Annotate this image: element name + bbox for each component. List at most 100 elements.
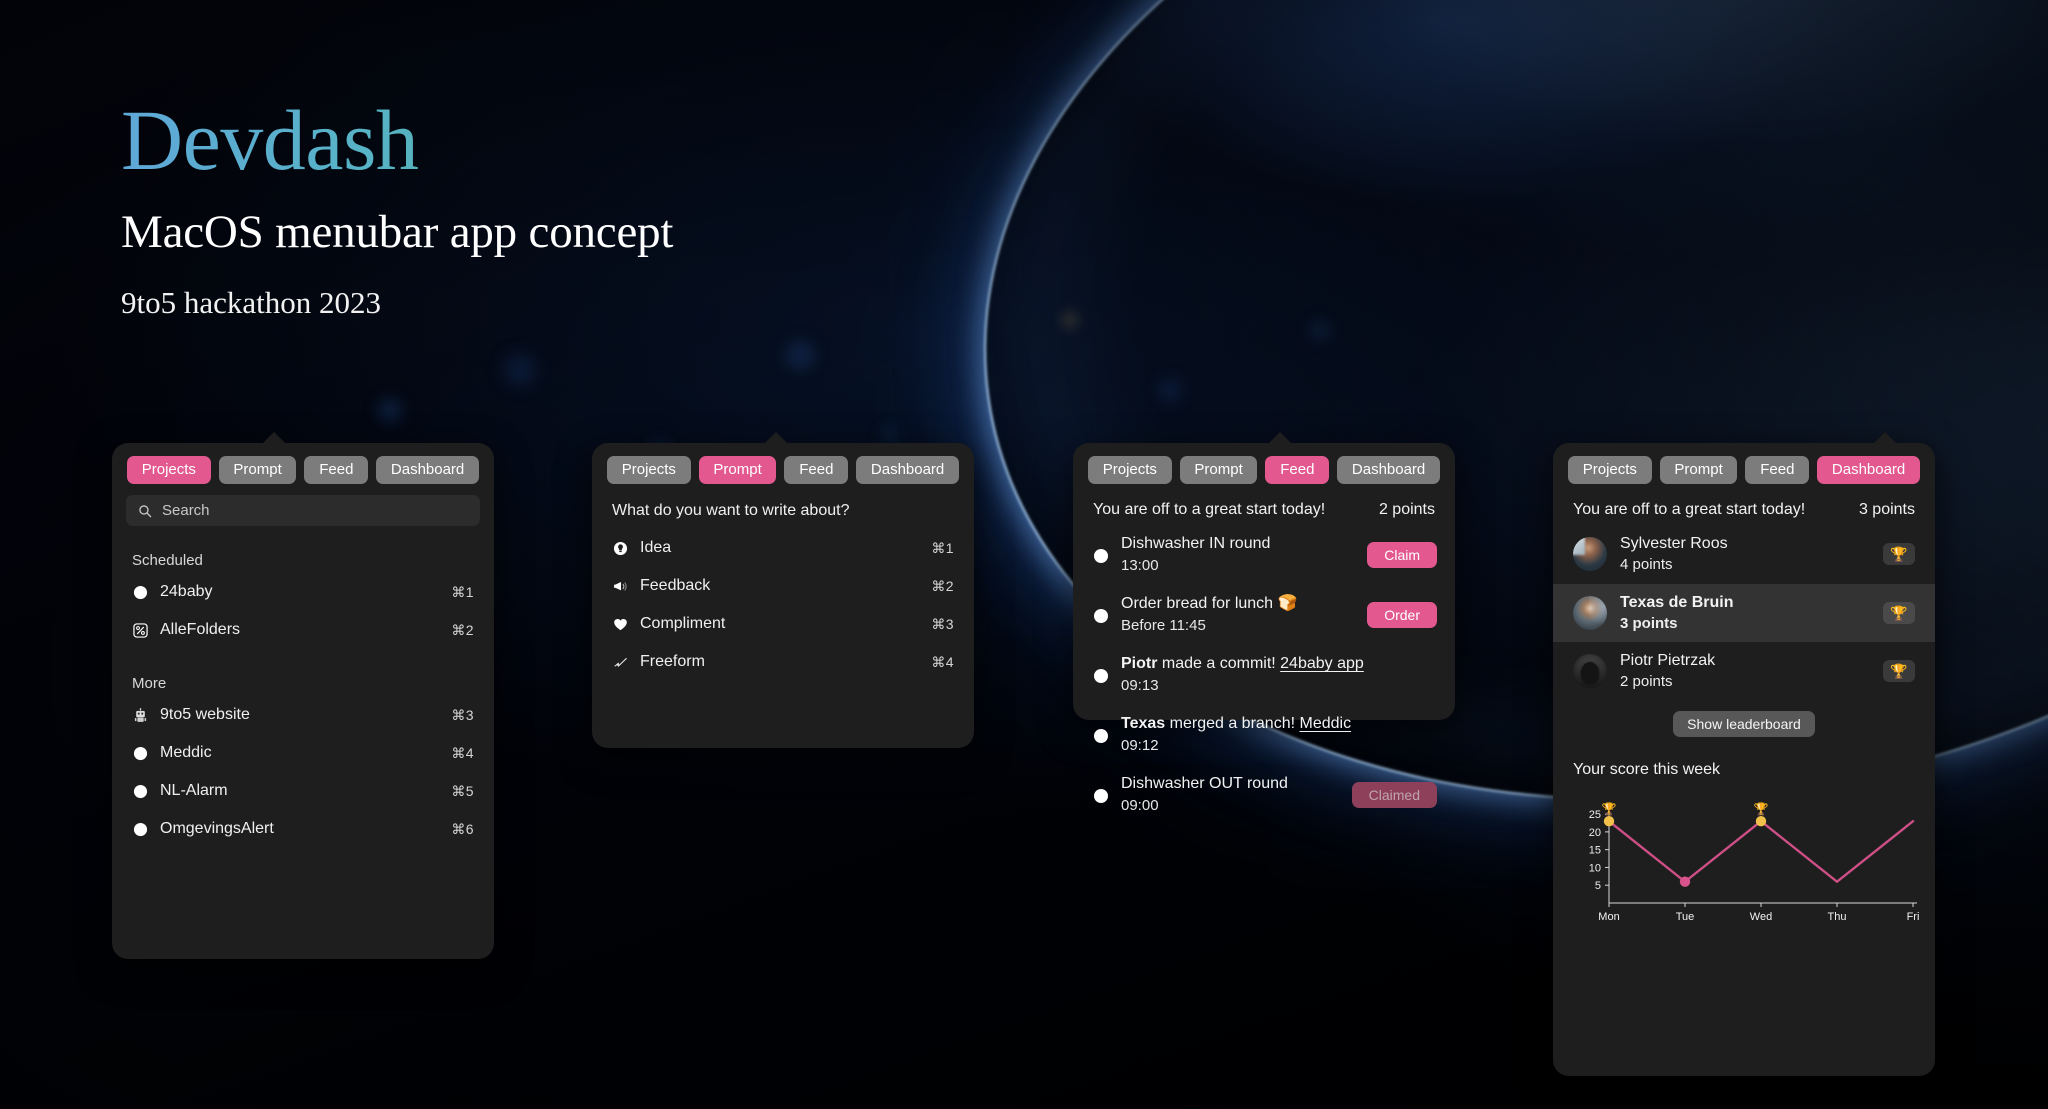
prompt-item-label: Compliment	[640, 615, 726, 632]
tab-prompt[interactable]: Prompt	[218, 456, 297, 484]
prompt-item-shortcut: ⌘2	[931, 577, 954, 594]
feed-item-time: 13:00	[1121, 557, 1159, 575]
leaderboard-points: 2 points	[1620, 673, 1673, 690]
list-item-label: 9to5 website	[160, 706, 250, 723]
leaderboard-row[interactable]: Sylvester Roos 4 points 🏆	[1553, 525, 1935, 584]
prompt-item-label: Feedback	[640, 577, 711, 594]
tab-projects[interactable]: Projects	[127, 456, 211, 484]
tab-feed[interactable]: Feed	[1265, 456, 1330, 484]
leaderboard-row[interactable]: Piotr Pietrzak 2 points 🏆	[1553, 642, 1935, 701]
moon-phase-icon	[132, 584, 149, 601]
list-item-label: 24baby	[160, 583, 213, 600]
panel-prompt: Projects Prompt Feed Dashboard What do y…	[592, 432, 974, 748]
feed-header: You are off to a great start today! 2 po…	[1073, 501, 1455, 519]
list-item[interactable]: 24baby ⌘1	[112, 573, 494, 611]
feed-item: Order bread for lunch 🍞 Before 11:45 Ord…	[1073, 585, 1455, 645]
tab-bar-projects: Projects Prompt Feed Dashboard	[112, 456, 494, 484]
prompt-item-feedback[interactable]: Feedback ⌘2	[592, 567, 974, 605]
tab-feed[interactable]: Feed	[1745, 456, 1810, 484]
claimed-badge: Claimed	[1351, 781, 1437, 808]
tab-projects[interactable]: Projects	[607, 456, 691, 484]
list-item-shortcut: ⌘6	[451, 820, 474, 837]
svg-text:20: 20	[1589, 826, 1601, 838]
list-item[interactable]: OmgevingsAlert ⌘6	[112, 810, 494, 848]
tab-prompt[interactable]: Prompt	[1659, 456, 1738, 484]
chart-svg: 5 10 15 20 25 Mon Tue Wed Thu Fri 🏆 🏆	[1589, 802, 1920, 923]
lightbulb-icon	[612, 540, 629, 557]
tab-bar-feed: Projects Prompt Feed Dashboard	[1073, 456, 1455, 484]
circle-icon	[132, 783, 149, 800]
leaderboard-name: Texas de Bruin	[1620, 593, 1734, 611]
moon-phase-icon	[1093, 608, 1109, 624]
feed-item-title: Piotr made a commit! 24baby app	[1121, 654, 1437, 674]
list-item-label: OmgevingsAlert	[160, 820, 274, 837]
svg-text:Tue: Tue	[1676, 911, 1695, 923]
list-item-label: AlleFolders	[160, 621, 241, 638]
avatar	[1573, 537, 1607, 572]
megaphone-icon	[612, 578, 629, 595]
list-item[interactable]: Meddic ⌘4	[112, 734, 494, 772]
feed-item: Dishwasher OUT round 09:00 Claimed	[1073, 765, 1455, 825]
page-root: Devdash MacOS menubar app concept 9to5 h…	[0, 0, 2048, 1109]
tab-projects[interactable]: Projects	[1568, 456, 1652, 484]
svg-text:Thu: Thu	[1828, 911, 1847, 923]
feed-item-title: Texas merged a branch! Meddic	[1121, 714, 1437, 734]
pen-scribble-icon	[612, 654, 629, 671]
hero-header: Devdash MacOS menubar app concept 9to5 h…	[121, 95, 673, 321]
prompt-item-label: Idea	[640, 539, 672, 556]
feed-item-link[interactable]: 24baby app	[1280, 655, 1364, 672]
feed-item-action-text: merged a branch!	[1165, 714, 1300, 732]
svg-text:🏆: 🏆	[1754, 802, 1769, 816]
list-item-shortcut: ⌘3	[451, 706, 474, 723]
tab-dashboard[interactable]: Dashboard	[1817, 456, 1921, 484]
prompt-item-freeform[interactable]: Freeform ⌘4	[592, 643, 974, 681]
panel-dashboard: Projects Prompt Feed Dashboard You are o…	[1553, 432, 1935, 1076]
feed-item-link[interactable]: Meddic	[1299, 715, 1351, 732]
section-label-more: More	[132, 675, 167, 692]
list-item[interactable]: 9to5 website ⌘3	[112, 696, 494, 734]
trophy-icon: 🏆	[1883, 543, 1915, 566]
search-icon	[136, 502, 153, 519]
tab-prompt[interactable]: Prompt	[1179, 456, 1258, 484]
panel-arrow	[262, 432, 286, 444]
tab-bar-dashboard: Projects Prompt Feed Dashboard	[1553, 456, 1935, 484]
tab-dashboard[interactable]: Dashboard	[1337, 456, 1441, 484]
tab-dashboard[interactable]: Dashboard	[376, 456, 480, 484]
list-item-shortcut: ⌘4	[451, 744, 474, 761]
robot-icon	[132, 707, 149, 724]
feed-item: Piotr made a commit! 24baby app 09:13	[1073, 645, 1455, 705]
panel-arrow	[764, 432, 788, 444]
leaderboard-row[interactable]: Texas de Bruin 3 points 🏆	[1553, 583, 1935, 642]
panel-projects: Projects Prompt Feed Dashboard Search Sc…	[112, 432, 494, 959]
avatar	[1573, 595, 1607, 630]
list-item-shortcut: ⌘5	[451, 782, 474, 799]
list-item-shortcut: ⌘2	[451, 621, 474, 638]
list-item-label: Meddic	[160, 744, 212, 761]
dashboard-greeting: You are off to a great start today!	[1573, 501, 1806, 518]
tab-feed[interactable]: Feed	[784, 456, 849, 484]
search-input[interactable]: Search	[126, 495, 480, 526]
tab-bar-prompt: Projects Prompt Feed Dashboard	[592, 456, 974, 484]
tab-feed[interactable]: Feed	[304, 456, 369, 484]
list-item-label: NL-Alarm	[160, 782, 228, 799]
feed-item-title: Dishwasher OUT round	[1121, 774, 1288, 792]
list-item[interactable]: NL-Alarm ⌘5	[112, 772, 494, 810]
claim-button[interactable]: Claim	[1367, 541, 1437, 568]
dashboard-points: 3 points	[1858, 501, 1915, 518]
tab-prompt[interactable]: Prompt	[698, 456, 777, 484]
show-leaderboard-button[interactable]: Show leaderboard	[1673, 710, 1815, 737]
tab-dashboard[interactable]: Dashboard	[856, 456, 960, 484]
order-button[interactable]: Order	[1367, 601, 1437, 628]
prompt-item-compliment[interactable]: Compliment ⌘3	[592, 605, 974, 643]
trophy-icon: 🏆	[1883, 601, 1915, 624]
feed-item-time: 09:12	[1121, 737, 1159, 755]
page-event-label: 9to5 hackathon 2023	[121, 285, 382, 321]
page-title: Devdash	[121, 95, 673, 186]
tab-projects[interactable]: Projects	[1088, 456, 1172, 484]
list-item[interactable]: AlleFolders ⌘2	[112, 611, 494, 649]
list-item-shortcut: ⌘1	[451, 583, 474, 600]
feed-item-time: 09:00	[1121, 797, 1159, 815]
leaderboard-points: 3 points	[1620, 614, 1678, 632]
prompt-item-idea[interactable]: Idea ⌘1	[592, 529, 974, 567]
feed-points: 2 points	[1378, 501, 1435, 518]
